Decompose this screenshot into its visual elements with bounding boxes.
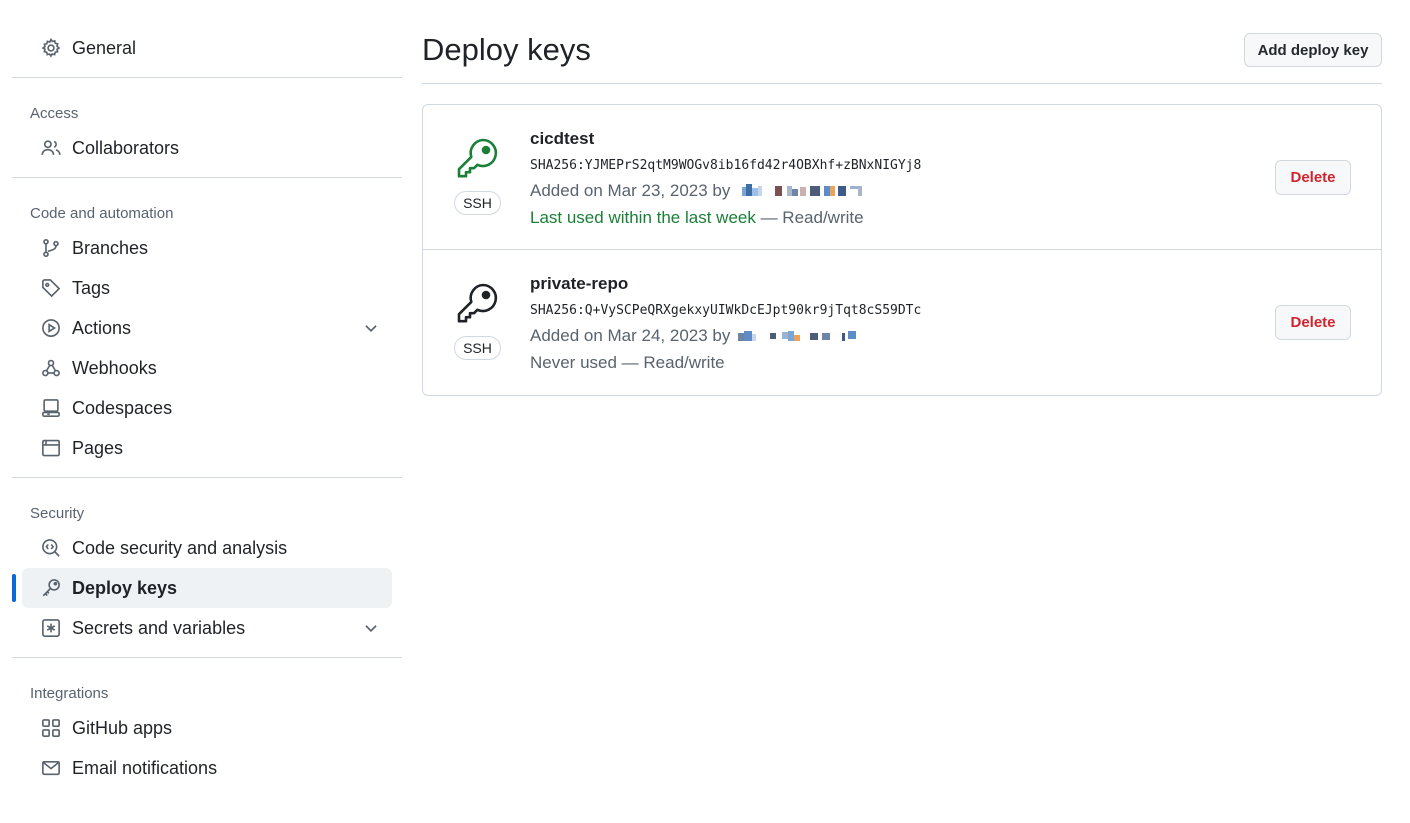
sidebar-item-label: General bbox=[72, 37, 137, 58]
sidebar-item-label: Webhooks bbox=[72, 357, 157, 378]
deploy-keys-list: SSH cicdtest SHA256:YJMEPrS2qtM9WOGv8ib1… bbox=[422, 104, 1382, 396]
list-item: SSH cicdtest SHA256:YJMEPrS2qtM9WOGv8ib1… bbox=[423, 105, 1381, 250]
section-heading-integrations: Integrations bbox=[30, 685, 109, 702]
key-icon bbox=[453, 280, 501, 328]
key-icon bbox=[40, 577, 62, 599]
key-usage: Last used within the last week — Read/wr… bbox=[530, 208, 864, 228]
sidebar-item-tags[interactable]: Tags bbox=[22, 268, 392, 308]
page-header: Deploy keys Add deploy key bbox=[422, 0, 1382, 84]
sidebar-item-branches[interactable]: Branches bbox=[22, 228, 392, 268]
chevron-down-icon[interactable] bbox=[362, 319, 380, 337]
apps-icon bbox=[40, 717, 62, 739]
last-used-text: Last used within the last week bbox=[530, 208, 756, 227]
main-content: Deploy keys Add deploy key SSH cicdtest … bbox=[422, 0, 1382, 396]
sidebar-item-actions[interactable]: Actions bbox=[22, 308, 392, 348]
sidebar-item-label: Pages bbox=[72, 437, 124, 458]
sidebar-item-label: GitHub apps bbox=[72, 717, 173, 738]
asterisk-icon bbox=[40, 617, 62, 639]
sidebar-item-label: Code security and analysis bbox=[72, 537, 288, 558]
people-icon bbox=[40, 137, 62, 159]
tag-icon bbox=[40, 277, 62, 299]
sidebar-item-label: Codespaces bbox=[72, 397, 173, 418]
ssh-badge: SSH bbox=[454, 336, 501, 360]
redacted-username bbox=[738, 331, 857, 341]
codespaces-icon bbox=[40, 397, 62, 419]
page-title: Deploy keys bbox=[422, 32, 591, 67]
key-added-info: Added on Mar 24, 2023 by bbox=[530, 326, 864, 346]
sidebar-item-codespaces[interactable]: Codespaces bbox=[22, 388, 392, 428]
browser-icon bbox=[40, 437, 62, 459]
settings-sidebar: General Access Collaborators Code and au… bbox=[12, 0, 402, 788]
key-fingerprint: SHA256:Q+VySCPeQRXgekxyUIWkDcEJpt90kr9jT… bbox=[530, 303, 922, 318]
sidebar-item-pages[interactable]: Pages bbox=[22, 428, 392, 468]
sidebar-item-email-notifications[interactable]: Email notifications bbox=[22, 748, 392, 788]
key-fingerprint: SHA256:YJMEPrS2qtM9WOGv8ib16fd42r4OBXhf+… bbox=[530, 158, 922, 173]
access-text: — Read/write bbox=[616, 353, 725, 372]
sidebar-item-label: Deploy keys bbox=[72, 577, 178, 598]
key-usage: Never used — Read/write bbox=[530, 353, 725, 373]
key-added-text: Added on Mar 24, 2023 by bbox=[530, 326, 731, 345]
chevron-down-icon[interactable] bbox=[362, 619, 380, 637]
branch-icon bbox=[40, 237, 62, 259]
delete-button[interactable]: Delete bbox=[1275, 160, 1351, 195]
sidebar-item-collaborators[interactable]: Collaborators bbox=[22, 128, 392, 168]
key-title: private-repo bbox=[530, 274, 629, 293]
section-heading-security: Security bbox=[30, 505, 85, 522]
add-deploy-key-button[interactable]: Add deploy key bbox=[1244, 33, 1382, 67]
list-item: SSH private-repo SHA256:Q+VySCPeQRXgekxy… bbox=[423, 250, 1381, 395]
access-text: — Read/write bbox=[755, 208, 864, 227]
codescan-icon bbox=[40, 537, 62, 559]
sidebar-item-label: Email notifications bbox=[72, 757, 218, 778]
sidebar-item-label: Collaborators bbox=[72, 137, 180, 158]
sidebar-item-github-apps[interactable]: GitHub apps bbox=[22, 708, 392, 748]
sidebar-item-label: Branches bbox=[72, 237, 149, 258]
delete-button[interactable]: Delete bbox=[1275, 305, 1351, 340]
webhook-icon bbox=[40, 357, 62, 379]
sidebar-item-code-security[interactable]: Code security and analysis bbox=[22, 528, 392, 568]
last-used-text: Never used bbox=[530, 353, 617, 372]
play-icon bbox=[40, 317, 62, 339]
key-added-info: Added on Mar 23, 2023 by bbox=[530, 181, 868, 201]
sidebar-item-general[interactable]: General bbox=[22, 28, 392, 68]
key-title: cicdtest bbox=[530, 129, 595, 148]
sidebar-item-webhooks[interactable]: Webhooks bbox=[22, 348, 392, 388]
sidebar-item-label: Secrets and variables bbox=[72, 617, 246, 638]
key-added-text: Added on Mar 23, 2023 by bbox=[530, 181, 731, 200]
gear-icon bbox=[40, 37, 62, 59]
section-heading-access: Access bbox=[30, 105, 79, 122]
sidebar-item-label: Tags bbox=[72, 277, 111, 298]
mail-icon bbox=[40, 757, 62, 779]
ssh-badge: SSH bbox=[454, 191, 501, 215]
sidebar-item-deploy-keys[interactable]: Deploy keys bbox=[12, 568, 392, 608]
section-heading-code-automation: Code and automation bbox=[30, 205, 174, 222]
redacted-username bbox=[742, 184, 863, 196]
sidebar-item-secrets[interactable]: Secrets and variables bbox=[22, 608, 392, 648]
sidebar-item-label: Actions bbox=[72, 317, 132, 338]
key-icon bbox=[453, 135, 501, 183]
